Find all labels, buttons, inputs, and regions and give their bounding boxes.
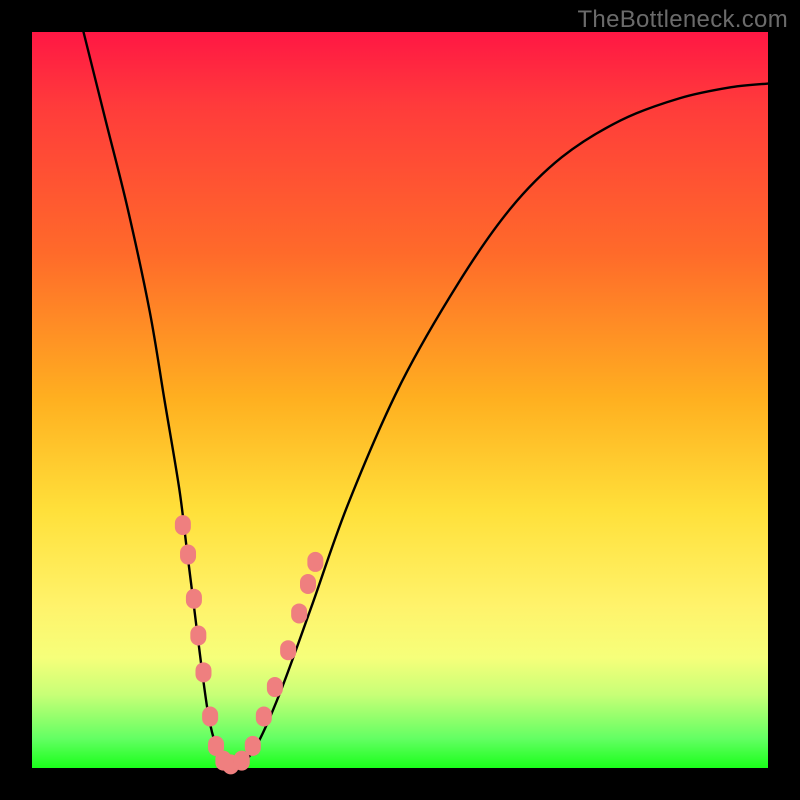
curve-svg bbox=[32, 32, 768, 768]
highlight-dot bbox=[300, 574, 316, 594]
highlight-dot bbox=[186, 589, 202, 609]
chart-frame: TheBottleneck.com bbox=[0, 0, 800, 800]
highlight-dot bbox=[267, 677, 283, 697]
highlight-dot bbox=[180, 545, 196, 565]
highlight-dot bbox=[280, 640, 296, 660]
bottleneck-curve bbox=[84, 32, 768, 768]
plot-area bbox=[32, 32, 768, 768]
highlight-dot bbox=[245, 736, 261, 756]
highlight-dot bbox=[175, 515, 191, 535]
highlight-dot bbox=[307, 552, 323, 572]
highlight-dot bbox=[202, 706, 218, 726]
highlight-dot bbox=[195, 662, 211, 682]
highlight-dot bbox=[291, 603, 307, 623]
highlight-dot bbox=[256, 706, 272, 726]
watermark-text: TheBottleneck.com bbox=[577, 6, 788, 34]
highlight-dots-group bbox=[175, 515, 323, 774]
highlight-dot bbox=[190, 626, 206, 646]
